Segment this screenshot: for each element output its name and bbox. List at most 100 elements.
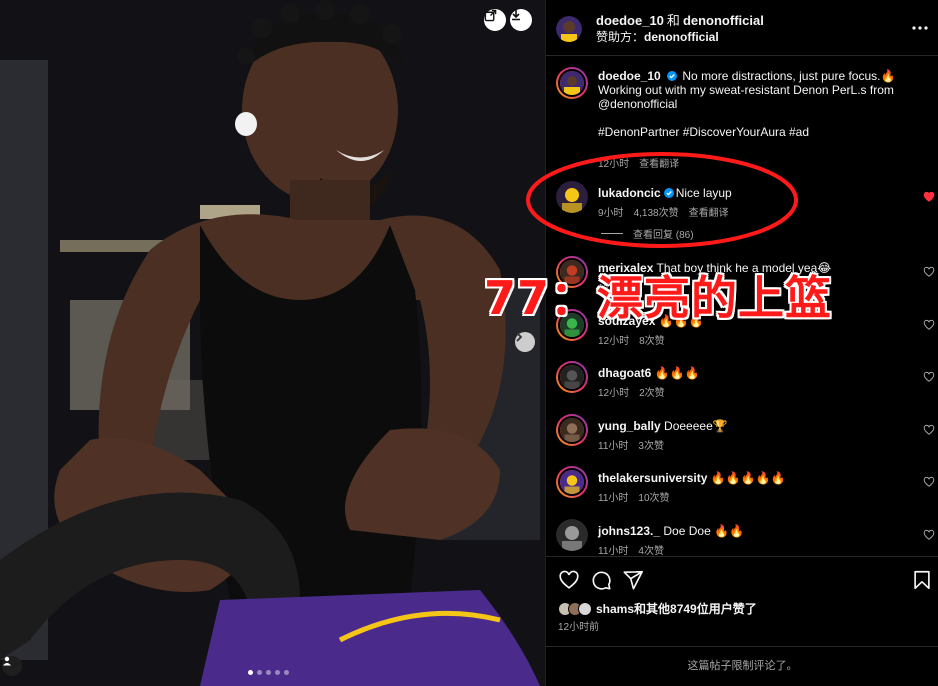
verified-icon [663,187,674,198]
comment-item: lukadoncic Nice layup 9小时 4,138次赞 查看翻译 [546,181,938,229]
comment-translate-link[interactable]: 查看翻译 [689,208,729,219]
likes-summary[interactable]: shams和其他8749位用户赞了 [558,600,757,617]
comment-like-button[interactable] [923,371,935,383]
next-slide-button[interactable] [515,332,535,352]
comment-likes[interactable]: 4次赞 [638,546,664,555]
comment-likes[interactable]: 8次赞 [639,336,665,347]
download-button[interactable] [510,9,532,31]
comment-item: yung_bally Doeeeee🏆 11小时 3次赞 [546,414,938,462]
comment-like-button[interactable] [923,266,935,278]
like-button[interactable] [558,569,580,591]
post-photo[interactable] [0,0,545,686]
comment-meta: 11小时 3次赞 [598,437,674,452]
comment-item: johns123._ Doe Doe 🔥🔥 11小时 4次赞 [546,519,938,555]
comment-text: dhagoat6 🔥🔥🔥 [598,366,908,380]
comment-text: yung_bally Doeeeee🏆 [598,419,908,433]
comment-avatar[interactable] [556,466,588,498]
comment-meta: 11小时 4次赞 [598,542,674,555]
replies-divider [601,233,623,234]
comment-time: 9小时 [598,208,624,219]
comment-user[interactable]: yung_bally [598,419,661,433]
comment-like-button[interactable] [923,529,935,541]
sponsor-link[interactable]: denonofficial [644,30,719,44]
comment-item: thelakersuniversity 🔥🔥🔥🔥🔥 11小时 10次赞 [546,466,938,514]
caption-hashtags[interactable]: #DenonPartner #DiscoverYourAura #ad [598,125,908,139]
comment-user[interactable]: lukadoncic [598,186,661,200]
comment-text: johns123._ Doe Doe 🔥🔥 [598,524,908,538]
comment-text: thelakersuniversity 🔥🔥🔥🔥🔥 [598,471,908,485]
view-replies-label: 查看回复 (86) [633,230,694,241]
download-icon [512,10,520,21]
authors-conjunction: 和 [666,13,680,28]
comment-like-button[interactable] [923,319,935,331]
comment-item: dhagoat6 🔥🔥🔥 12小时 2次赞 [546,361,938,409]
carousel-dot[interactable] [266,670,271,675]
comment-avatar[interactable] [556,519,588,551]
comment-avatar[interactable] [556,361,588,393]
annotation-text: 77：漂亮的上篮 [484,271,833,325]
share-button[interactable] [484,9,506,31]
view-replies-button[interactable]: 查看回复 (86) [601,226,694,241]
share-icon [484,9,497,22]
comment-body: 🔥🔥🔥🔥🔥 [710,471,786,485]
comment-meta: 11小时 10次赞 [598,489,680,504]
more-options-button[interactable] [912,14,928,35]
author-avatar[interactable] [556,16,582,42]
bookmark-button[interactable] [911,569,933,591]
comment-time: 12小时 [598,336,630,347]
collaborator-link[interactable]: denonofficial [683,13,764,28]
caption-user[interactable]: doedoe_10 [598,69,661,83]
comment-likes[interactable]: 2次赞 [639,388,665,399]
more-icon [912,26,928,30]
comment-likes[interactable]: 4,138次赞 [634,208,679,219]
post-caption: doedoe_10 No more distractions, just pur… [546,67,938,170]
sponsor-label: 赞助方： [596,30,645,44]
carousel-dot[interactable] [275,670,280,675]
athlete-photo [0,0,545,686]
post-time: 12小时前 [558,622,600,633]
comment-body: Nice layup [675,186,732,200]
caption-text: doedoe_10 No more distractions, just pur… [598,69,908,139]
comment-body: Doeeeee🏆 [664,419,728,433]
share-post-button[interactable] [622,569,644,591]
carousel-dot[interactable] [284,670,289,675]
comment-body: 🔥🔥🔥 [654,366,700,380]
caption-translate-link[interactable]: 查看翻译 [639,159,679,170]
comment-time: 11小时 [598,441,629,452]
sponsor-line: 赞助方：denonofficial [596,28,719,45]
comment-likes[interactable]: 10次赞 [638,493,669,504]
user-icon [3,656,11,666]
tagged-users-button[interactable] [2,656,22,676]
author-link[interactable]: doedoe_10 [596,13,664,28]
post-panel: doedoe_10 和 denonofficial 赞助方：denonofficia… [545,0,938,686]
comment-avatar[interactable] [556,181,588,213]
comment-likes[interactable]: 3次赞 [638,441,664,452]
comment-like-button[interactable] [923,476,935,488]
chevron-right-icon [516,332,523,342]
comment-button[interactable] [590,569,612,591]
comment-text: lukadoncic Nice layup [598,186,908,200]
comment-like-button[interactable] [923,191,935,203]
comment-avatar[interactable] [556,414,588,446]
caption-avatar[interactable] [556,67,588,99]
comment-meta: 9小时 4,138次赞 查看翻译 [598,204,739,219]
comment-user[interactable]: johns123._ [598,524,660,538]
comment-user[interactable]: dhagoat6 [598,366,651,380]
comment-time: 11小时 [598,493,629,504]
comment-meta: 12小时 8次赞 [598,332,675,347]
carousel-dot[interactable] [248,670,253,675]
post-header: doedoe_10 和 denonofficial 赞助方：denonofficia… [546,0,938,56]
post-authors: doedoe_10 和 denonofficial [596,10,764,29]
carousel-indicator [248,670,289,675]
comments-restricted-notice: 这篇帖子限制评论了。 [546,646,938,686]
comment-user[interactable]: thelakersuniversity [598,471,707,485]
comment-time: 12小时 [598,388,630,399]
carousel-dot[interactable] [257,670,262,675]
caption-time: 12小时 [598,159,630,170]
likes-text: shams和其他8749位用户赞了 [596,602,757,616]
comment-like-button[interactable] [923,424,935,436]
verified-icon [667,70,678,81]
comment-time: 11小时 [598,546,629,555]
comment-meta: 12小时 2次赞 [598,384,675,399]
comment-body: Doe Doe 🔥🔥 [663,524,744,538]
